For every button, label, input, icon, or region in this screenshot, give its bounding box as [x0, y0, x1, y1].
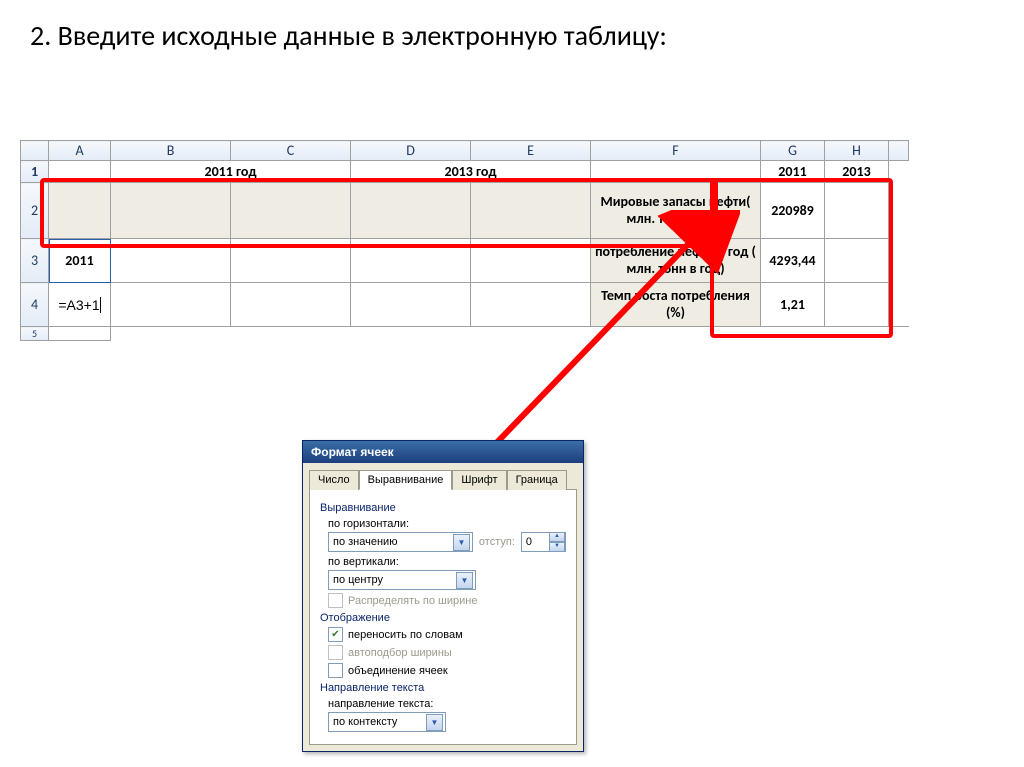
dialog-body: Выравнивание по горизонтали: по значению…: [309, 489, 577, 745]
chevron-down-icon: ▼: [426, 714, 443, 731]
spinner-indent-value: 0: [526, 536, 532, 548]
label-indent: отступ:: [479, 536, 515, 548]
cell-A5[interactable]: [49, 327, 111, 341]
cell-H4[interactable]: [825, 283, 889, 327]
cell-G4[interactable]: 1,21: [761, 283, 825, 327]
cell-D4[interactable]: [351, 283, 471, 327]
row-header-1[interactable]: 1: [21, 161, 49, 183]
cell-G1[interactable]: 2011: [761, 161, 825, 183]
tab-font[interactable]: Шрифт: [452, 470, 506, 490]
spinner-down-icon[interactable]: ▼: [549, 542, 565, 552]
checkbox-autofit: [328, 645, 343, 660]
cell-extra[interactable]: [889, 161, 909, 183]
col-header-F[interactable]: F: [591, 141, 761, 161]
label-horizontal: по горизонтали:: [328, 518, 566, 530]
table-row: 2 Мировые запасы нефти( млн. тонн в год)…: [21, 183, 909, 239]
page-title: 2. Введите исходные данные в электронную…: [0, 0, 1024, 53]
col-header-B[interactable]: B: [111, 141, 231, 161]
cell-C4[interactable]: [231, 283, 351, 327]
cell-E2[interactable]: [471, 183, 591, 239]
row-header-2[interactable]: 2: [21, 183, 49, 239]
cell-D1E1[interactable]: 2013 год: [351, 161, 591, 183]
cell-F4[interactable]: Темп роста потребления (%): [591, 283, 761, 327]
select-horizontal-value: по значению: [333, 536, 397, 548]
row-header-5[interactable]: 5: [21, 327, 49, 341]
col-header-G[interactable]: G: [761, 141, 825, 161]
cell-H2[interactable]: [825, 183, 889, 239]
cell-A4[interactable]: =A3+1: [49, 283, 111, 327]
cell-F2[interactable]: Мировые запасы нефти( млн. тонн в год): [591, 183, 761, 239]
cell-B4[interactable]: [111, 283, 231, 327]
select-all-corner[interactable]: [21, 141, 49, 161]
cell-B3[interactable]: [111, 239, 231, 283]
formula-text: =A3+1: [58, 297, 100, 313]
row-header-4[interactable]: 4: [21, 283, 49, 327]
cell-B1C1[interactable]: 2011 год: [111, 161, 351, 183]
label-autofit: автоподбор ширины: [348, 647, 452, 659]
cell-D3[interactable]: [351, 239, 471, 283]
cell-A1[interactable]: [49, 161, 111, 183]
cell-F3[interactable]: потребление нефти в год ( млн. тонн в го…: [591, 239, 761, 283]
cell-extra[interactable]: [889, 283, 909, 327]
tab-number[interactable]: Число: [309, 470, 359, 490]
checkbox-merge[interactable]: [328, 663, 343, 678]
cell-G2[interactable]: 220989: [761, 183, 825, 239]
cell-extra[interactable]: [889, 239, 909, 283]
table-row: 4 =A3+1 Темп роста потребления (%) 1,21: [21, 283, 909, 327]
label-direction: направление текста:: [328, 698, 566, 710]
group-alignment: Выравнивание: [320, 502, 566, 514]
row-header-3[interactable]: 3: [21, 239, 49, 283]
select-direction-value: по контексту: [333, 716, 397, 728]
cell-E3[interactable]: [471, 239, 591, 283]
label-wrap: переносить по словам: [348, 629, 463, 641]
select-direction[interactable]: по контексту ▼: [328, 712, 446, 732]
cell-C3[interactable]: [231, 239, 351, 283]
col-header-C[interactable]: C: [231, 141, 351, 161]
cell-C2[interactable]: [231, 183, 351, 239]
select-vertical[interactable]: по центру ▼: [328, 570, 476, 590]
table-row: 1 2011 год 2013 год 2011 2013: [21, 161, 909, 183]
label-vertical: по вертикали:: [328, 556, 566, 568]
spreadsheet: A B C D E F G H 1 2011 год 2013 год 2011…: [20, 140, 909, 341]
tab-alignment[interactable]: Выравнивание: [359, 470, 453, 490]
format-cells-dialog: Формат ячеек Число Выравнивание Шрифт Гр…: [302, 440, 584, 752]
col-header-D[interactable]: D: [351, 141, 471, 161]
chevron-down-icon: ▼: [456, 572, 473, 589]
checkbox-wrap[interactable]: ✔: [328, 627, 343, 642]
cell-B2[interactable]: [111, 183, 231, 239]
label-distribute: Распределять по ширине: [348, 595, 477, 607]
cell-G3[interactable]: 4293,44: [761, 239, 825, 283]
cell-H1[interactable]: 2013: [825, 161, 889, 183]
tab-border[interactable]: Граница: [507, 470, 567, 490]
spinner-indent[interactable]: 0 ▲▼: [521, 532, 566, 552]
col-header-extra[interactable]: [889, 141, 909, 161]
cell-H3[interactable]: [825, 239, 889, 283]
label-merge: объединение ячеек: [348, 665, 448, 677]
cell-extra[interactable]: [889, 183, 909, 239]
group-text-direction: Направление текста: [320, 682, 566, 694]
cell-F1[interactable]: [591, 161, 761, 183]
cell-D2[interactable]: [351, 183, 471, 239]
group-display: Отображение: [320, 612, 566, 624]
spinner-up-icon[interactable]: ▲: [549, 532, 565, 542]
table-row: 3 2011 потребление нефти в год ( млн. то…: [21, 239, 909, 283]
col-header-E[interactable]: E: [471, 141, 591, 161]
cell-A2[interactable]: [49, 183, 111, 239]
chevron-down-icon: ▼: [453, 534, 470, 551]
cell-E4[interactable]: [471, 283, 591, 327]
dialog-title: Формат ячеек: [303, 441, 583, 463]
spreadsheet-table: A B C D E F G H 1 2011 год 2013 год 2011…: [20, 140, 909, 341]
cell-extra[interactable]: [111, 327, 909, 341]
col-header-H[interactable]: H: [825, 141, 889, 161]
select-horizontal[interactable]: по значению ▼: [328, 532, 473, 552]
checkbox-distribute: [328, 593, 343, 608]
cell-A3[interactable]: 2011: [49, 239, 111, 283]
col-header-A[interactable]: A: [49, 141, 111, 161]
dialog-tabs: Число Выравнивание Шрифт Граница: [303, 463, 583, 489]
select-vertical-value: по центру: [333, 574, 383, 586]
table-row: 5: [21, 327, 909, 341]
